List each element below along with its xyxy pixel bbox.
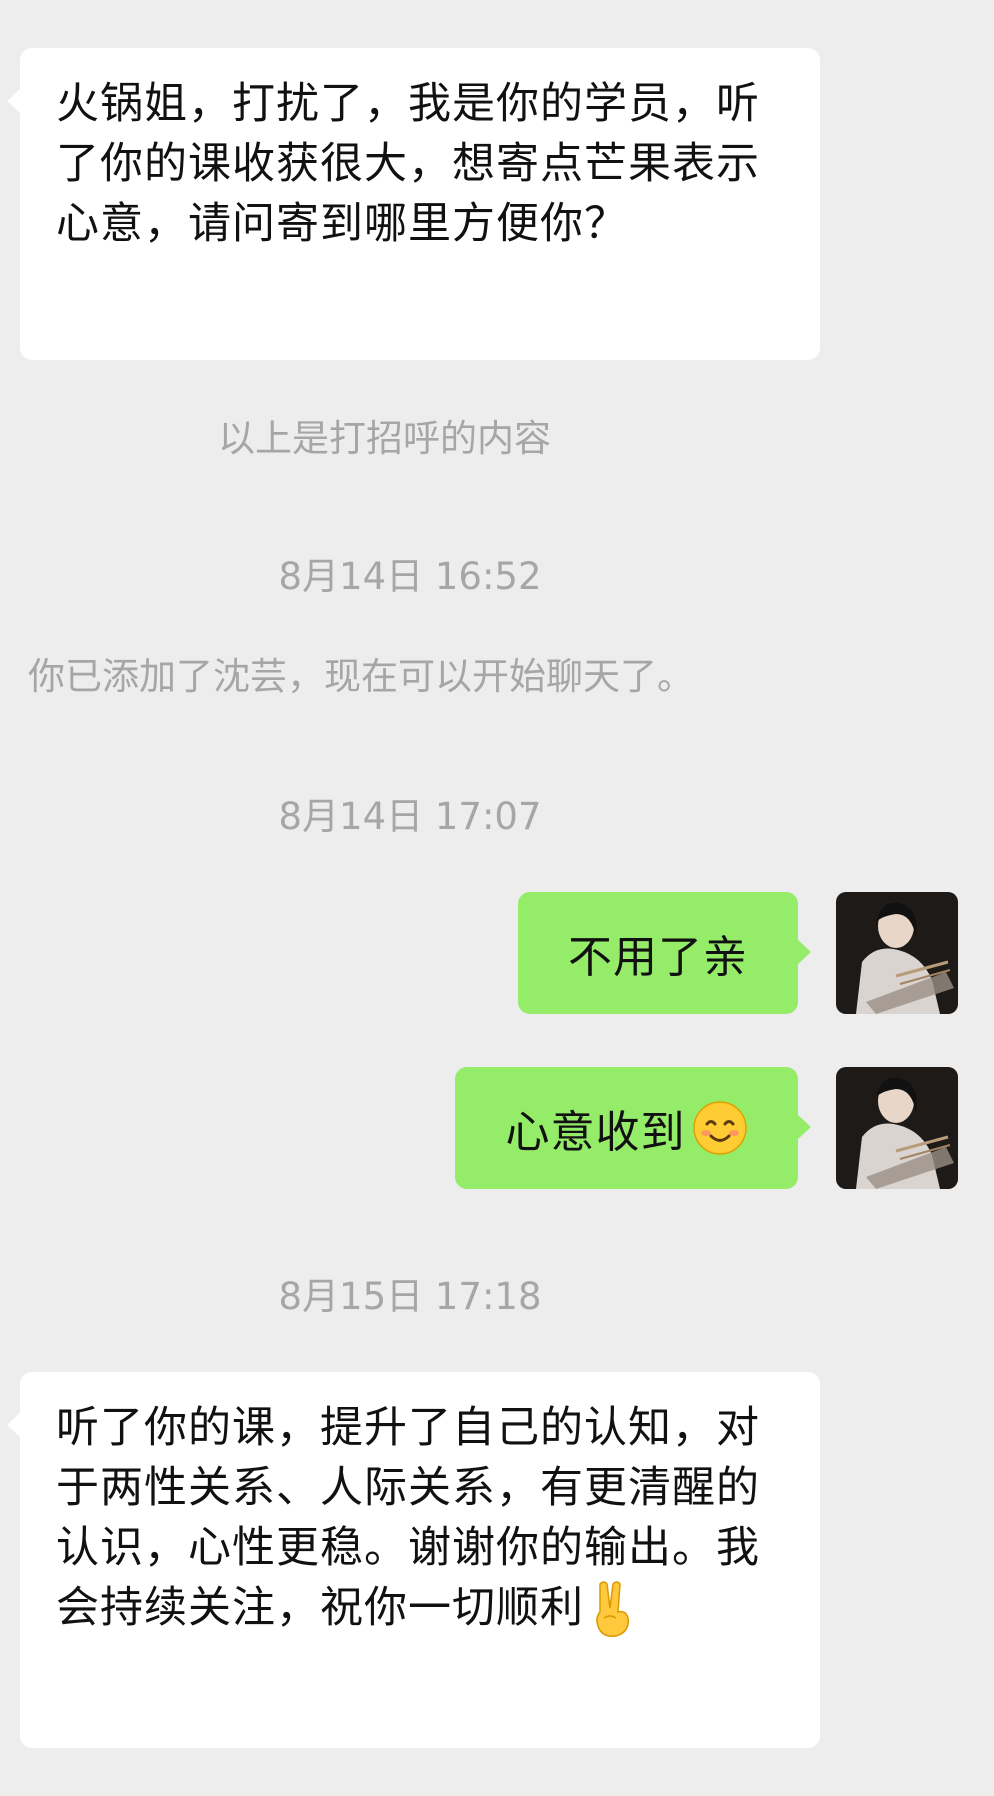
outgoing-message-bubble[interactable]: 不用了亲 (518, 892, 811, 1014)
message-text: 不用了亲 (568, 932, 748, 983)
incoming-message-bubble[interactable]: 听了你的课，提升了自己的认知，对于两性关系、人际关系，有更清醒的认识，心性更稳。… (7, 1372, 820, 1748)
smiling-face-icon (692, 1101, 747, 1155)
user-avatar[interactable] (836, 892, 958, 1014)
message-text: 听了你的课，提升了自己的认知，对于两性关系、人际关系，有更清醒的认识，心性更稳。… (56, 1403, 760, 1633)
timestamp: 8月14日 17:07 (278, 795, 542, 838)
incoming-message-bubble[interactable]: 火锅姐，打扰了，我是你的学员，听了你的课收获很大，想寄点芒果表示心意，请问寄到哪… (7, 48, 820, 360)
timestamp: 8月15日 17:18 (278, 1275, 542, 1318)
greeting-note: 以上是打招呼的内容 (218, 417, 551, 460)
message-text: 心意收到 (505, 1107, 686, 1158)
avatar-image (836, 892, 958, 1014)
victory-hand-icon (596, 1581, 629, 1638)
message-text: 火锅姐，打扰了，我是你的学员，听了你的课收获很大，想寄点芒果表示心意，请问寄到哪… (56, 79, 760, 249)
user-avatar[interactable] (836, 1067, 958, 1189)
timestamp: 8月14日 16:52 (278, 555, 542, 598)
friend-added-notice: 你已添加了沈芸，现在可以开始聊天了。 (28, 655, 694, 698)
outgoing-message-bubble[interactable]: 心意收到 (455, 1067, 811, 1189)
avatar-image (836, 1067, 958, 1189)
chat-area[interactable]: 火锅姐，打扰了，我是你的学员，听了你的课收获很大，想寄点芒果表示心意，请问寄到哪… (0, 0, 994, 1796)
